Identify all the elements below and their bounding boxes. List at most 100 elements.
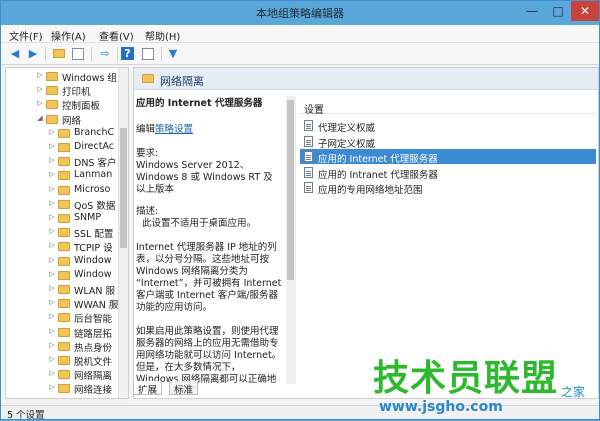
- status-text: 5 个设置: [7, 410, 45, 421]
- folder-icon: [58, 228, 70, 238]
- description-paragraph-2: 如果启用此策略设置，则使用代理服务器的网络上的应用无需借助专用网络功能就可以访问…: [136, 326, 282, 384]
- folder-icon: [58, 370, 70, 380]
- setting-row[interactable]: 代理定义权威: [300, 118, 596, 134]
- chevron-right-icon[interactable]: ▷: [36, 85, 44, 93]
- properties-icon[interactable]: [142, 48, 154, 60]
- close-button[interactable]: ✕: [571, 1, 599, 21]
- folder-icon: [58, 242, 70, 252]
- window-title: 本地组策略编辑器: [256, 7, 344, 20]
- chevron-right-icon[interactable]: ▷: [48, 128, 56, 136]
- chevron-right-icon[interactable]: ▷: [48, 355, 56, 363]
- chevron-right-icon[interactable]: ▷: [48, 369, 56, 377]
- chevron-right-icon[interactable]: ▷: [48, 270, 56, 278]
- folder-icon: [58, 285, 70, 294]
- description-label: 描述:: [136, 206, 159, 217]
- chevron-right-icon[interactable]: ▷: [48, 227, 56, 235]
- chevron-right-icon[interactable]: ▷: [48, 156, 56, 164]
- chevron-right-icon[interactable]: ▷: [36, 71, 44, 79]
- edit-policy-link[interactable]: 策略设置: [155, 124, 193, 135]
- folder-icon: [58, 256, 70, 266]
- up-folder-icon[interactable]: [51, 46, 67, 62]
- folder-icon: [58, 185, 70, 195]
- filter-icon[interactable]: ▼: [165, 46, 181, 62]
- watermark-url: www.jsgho.com: [379, 399, 503, 415]
- tree-scrollbar[interactable]: [118, 68, 128, 398]
- tree-item-label: DirectAc: [74, 141, 114, 152]
- description-panel: 应用的 Internet 代理服务器 编辑策略设置 要求: Windows Se…: [136, 96, 286, 384]
- app-window: 本地组策略编辑器 — □ ✕ 文件(F) 操作(A) 查看(V) 帮助(H) ◀…: [0, 0, 600, 421]
- description-scrollbar[interactable]: [286, 96, 296, 384]
- folder-icon: [46, 72, 58, 81]
- folder-icon: [58, 199, 70, 209]
- description-title: 应用的 Internet 代理服务器: [136, 98, 263, 109]
- setting-label: 应用的专用网络地址范围: [318, 185, 423, 196]
- folder-icon: [46, 100, 58, 110]
- tree-item-label: 网络连接: [74, 385, 113, 397]
- description-scroll-thumb[interactable]: [287, 100, 294, 280]
- policy-tree[interactable]: ▷ 网络连接 ▷ 网络隔离 ▷ 脱机文件 ▷ 热点身份 ▷ 链路层拓 ▷ 后台智能 ▷ WWAN 服 ▷ WL…: [5, 67, 129, 399]
- chevron-right-icon[interactable]: ▷: [48, 170, 56, 178]
- setting-row[interactable]: 应用的 Internet 代理服务器: [300, 149, 596, 165]
- back-arrow-icon[interactable]: ◀: [7, 46, 23, 62]
- settings-column-header[interactable]: 设置: [300, 96, 596, 116]
- setting-label: 应用的 Intranet 代理服务器: [318, 169, 438, 181]
- watermark-main-text: 技术员联盟: [373, 358, 559, 399]
- tree-item-label: 链路层拓: [74, 328, 113, 340]
- menu-action[interactable]: 操作(A): [51, 28, 86, 43]
- setting-row[interactable]: 子网定义权威: [300, 134, 596, 150]
- export-icon[interactable]: ⇨: [97, 46, 113, 62]
- description-text: 此设置不适用于桌面应用。: [142, 218, 257, 229]
- tree-item-label: Lanman: [74, 169, 113, 181]
- watermark-sub-text: 之家: [561, 385, 586, 399]
- tree-item-label: WLAN 服: [74, 286, 116, 297]
- setting-row[interactable]: 应用的 Intranet 代理服务器: [300, 165, 596, 181]
- tree-item-label: SNMP: [74, 212, 102, 223]
- chevron-right-icon[interactable]: ▷: [48, 142, 56, 150]
- folder-icon: [58, 143, 70, 152]
- maximize-button[interactable]: □: [545, 1, 571, 21]
- requirements-text: Windows Server 2012、Windows 8 或 Windows …: [136, 160, 273, 195]
- chevron-right-icon[interactable]: ▷: [48, 312, 56, 320]
- setting-label: 应用的 Internet 代理服务器: [318, 154, 438, 165]
- folder-icon: [58, 327, 70, 337]
- menu-file[interactable]: 文件(F): [9, 28, 43, 43]
- setting-row[interactable]: 应用的专用网络地址范围: [300, 180, 596, 196]
- chevron-right-icon[interactable]: ▷: [48, 298, 56, 306]
- toolbar-separator: [91, 47, 92, 61]
- chevron-right-icon[interactable]: ▷: [48, 213, 56, 221]
- tree-item-label: Microso: [74, 183, 111, 195]
- chevron-right-icon[interactable]: ▷: [48, 199, 56, 207]
- policy-setting-icon: [304, 151, 313, 162]
- tab-standard[interactable]: 标准: [169, 381, 199, 396]
- view-tabs: 扩展 标准: [133, 381, 293, 396]
- tab-extended[interactable]: 扩展: [133, 381, 163, 396]
- tree-item-label: BranchC: [74, 126, 115, 138]
- policy-setting-icon: [304, 135, 313, 147]
- folder-icon: [142, 74, 154, 83]
- tree-item-label: Window: [74, 254, 112, 266]
- show-tree-icon[interactable]: [72, 48, 84, 60]
- menu-help[interactable]: 帮助(H): [145, 28, 180, 43]
- chevron-right-icon[interactable]: ▷: [36, 99, 44, 107]
- menu-view[interactable]: 查看(V): [99, 28, 134, 43]
- pane-header-title: 网络隔离: [160, 75, 204, 88]
- chevron-right-icon[interactable]: ▷: [48, 327, 56, 335]
- folder-icon: [46, 114, 58, 124]
- tree-scroll-thumb[interactable]: [120, 128, 127, 248]
- help-icon[interactable]: ?: [121, 47, 134, 60]
- tree-item-label: Window: [74, 268, 112, 280]
- chevron-right-icon[interactable]: ▷: [48, 256, 56, 264]
- chevron-down-icon[interactable]: ◢: [36, 114, 44, 122]
- menu-bar: 文件(F) 操作(A) 查看(V) 帮助(H): [1, 25, 599, 43]
- chevron-right-icon[interactable]: ▷: [48, 284, 56, 292]
- chevron-right-icon[interactable]: ▷: [48, 383, 56, 391]
- chevron-right-icon[interactable]: ▷: [48, 241, 56, 249]
- forward-arrow-icon[interactable]: ▶: [25, 46, 41, 62]
- chevron-right-icon[interactable]: ▷: [48, 341, 56, 349]
- tree-item-label: WWAN 服: [74, 300, 119, 312]
- chevron-right-icon[interactable]: ▷: [48, 185, 56, 193]
- edit-prefix: 编辑: [136, 124, 156, 135]
- minimize-button[interactable]: —: [519, 1, 545, 21]
- folder-icon: [58, 128, 70, 138]
- title-bar[interactable]: 本地组策略编辑器 — □ ✕: [1, 1, 599, 25]
